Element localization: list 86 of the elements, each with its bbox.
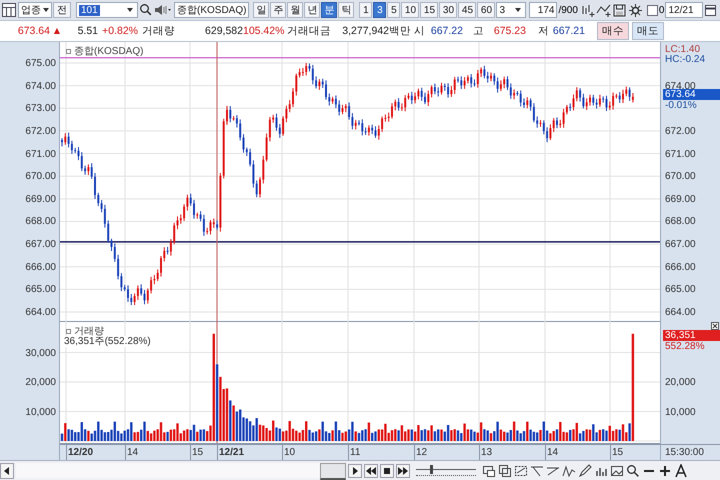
axis-label: 665.00 [665,284,696,296]
market-select[interactable]: 업종 [18,2,52,18]
interval-tab[interactable]: 30 [439,2,458,18]
interval-tab[interactable]: 10 [401,2,420,18]
axis-label: 672.00 [25,126,56,137]
period-tab[interactable]: 일 [253,2,270,18]
low-label: 저 [538,24,549,38]
amount-value: 3,277,942백만 [341,24,411,38]
axis-label: 671.00 [665,148,696,160]
volume-label: 거래량 [142,24,175,38]
axis-label: 20,000 [25,377,56,388]
axis-label: 671.00 [25,148,56,160]
time-label: 14 [547,447,558,458]
time-label: 12 [416,447,428,458]
open-value: 667.22 [430,25,463,37]
axis-label: 669.00 [25,194,56,205]
period-tab[interactable]: 월 [287,2,304,18]
axis-label: 674.00 [25,80,56,92]
current-price: 673.64 [16,25,50,37]
chart-legend: 종합(KOSDAQ) [74,44,144,58]
period-tab[interactable]: 년 [304,2,320,18]
buy-button[interactable]: 매수 [597,22,629,40]
count-field[interactable]: 174 [529,2,558,18]
axis-label: 675.00 [25,58,56,69]
interval-tab[interactable]: 15 [420,2,438,18]
period-tab[interactable]: 틱 [338,2,354,18]
axis-label: 664.00 [665,307,696,318]
price-change: 5.51 [76,25,98,37]
time-label: 10 [284,447,296,458]
axis-label: 667.00 [25,239,56,250]
period-tab[interactable]: 분 [321,2,338,18]
axis-label: 672.00 [665,126,696,137]
axis-label: 669.00 [665,194,696,205]
time-label: 11 [350,447,360,458]
period-tab[interactable]: 주 [270,2,286,18]
axis-label: 666.00 [665,262,696,273]
time-label: 12/20 [68,447,94,458]
axis-label: 665.00 [25,284,56,296]
high-label: 고 [473,24,484,38]
current-price-marker: 673.64 [663,88,720,100]
interval-tab[interactable]: 60 [477,2,496,18]
axis-label: 670.00 [25,171,56,182]
open-label: 시 [414,24,425,38]
volume-ratio: 105.42% [243,25,283,37]
checkbox-label: 0 [658,4,664,16]
amount-label: 거래대금 [287,24,331,38]
time-label: 13 [481,447,492,458]
code-field[interactable]: 101 [76,2,138,18]
time-label: 15 [612,447,624,458]
axis-label: 668.00 [25,216,56,228]
change-percent: +0.82% [101,25,138,37]
chart-legend: 거래량 [74,324,104,338]
time-label: 15 [192,447,204,458]
axis-label: 30,000 [25,348,56,358]
end-time-label: 15:30:00 [665,447,704,458]
axis-label: 666.00 [25,262,56,273]
low-value: 667.21 [552,25,585,37]
axis-label: 668.00 [665,216,696,228]
axis-label: 10,000 [665,406,696,418]
mode-button[interactable]: 전 [53,2,71,18]
hc-label: HC:-0.24 [665,54,706,65]
name-field: 종합(KOSDAQ) [174,2,250,18]
axis-label: 664.00 [25,307,56,318]
current-volume-ratio: 552.28% [665,341,704,352]
high-value: 675.23 [492,25,526,37]
time-label: 12/21 [219,447,244,458]
interval-tab[interactable]: 1 [359,2,372,18]
count-total: /900 [558,4,578,16]
axis-label: 670.00 [665,171,696,182]
volume-legend-value: 36,351주(552.28%) [64,336,151,347]
interval-tab[interactable]: 5 [387,2,400,18]
axis-label: 10,000 [25,406,56,418]
current-change: -0.01% [665,100,697,111]
time-label: 14 [127,447,138,458]
current-volume-marker: 36,351 [663,330,720,341]
lc-label: LC:1.40 [665,44,700,55]
sell-button[interactable]: 매도 [632,22,664,40]
axis-label: 667.00 [665,239,696,250]
change-mark: ▲ [50,25,64,37]
interval-tab[interactable]: 3 [373,2,386,18]
interval-tab[interactable]: 45 [458,2,476,18]
axis-label: 20,000 [665,377,696,388]
interval-select[interactable]: 3 [496,2,526,18]
axis-label: 673.00 [25,103,56,114]
volume-value: 629,582 [204,25,243,37]
date-field[interactable]: 12/21 [665,2,704,18]
